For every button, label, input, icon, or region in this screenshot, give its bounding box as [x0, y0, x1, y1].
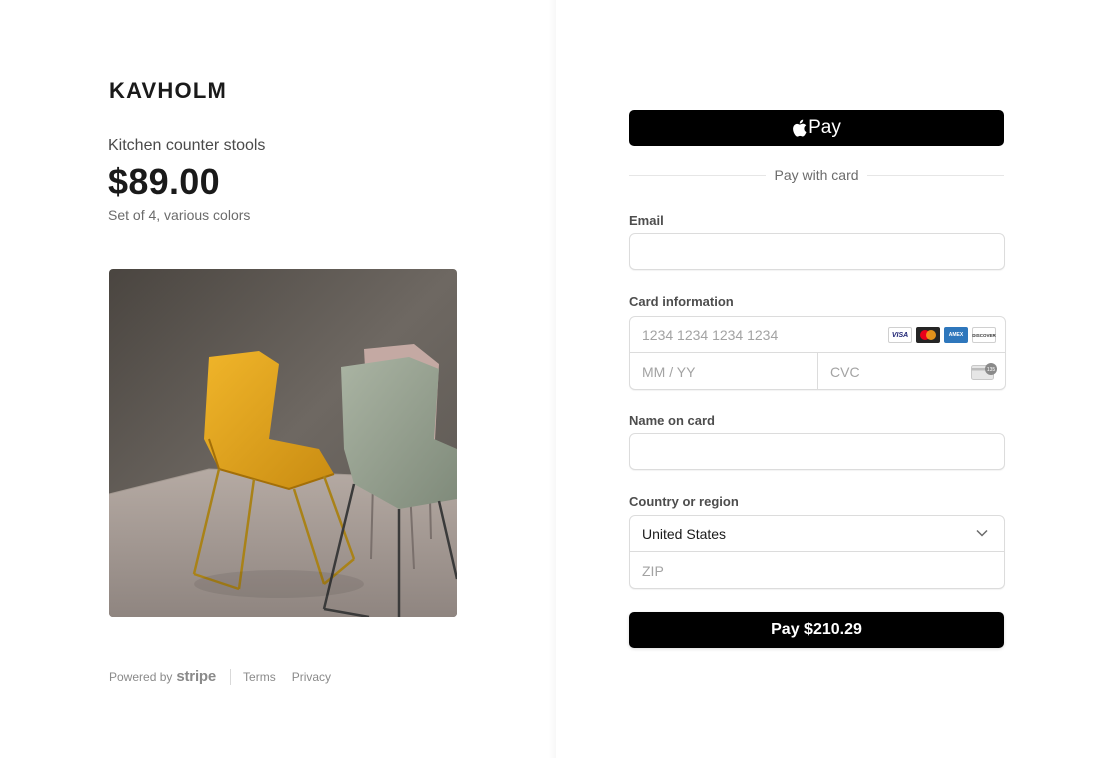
privacy-link[interactable]: Privacy [292, 670, 331, 684]
pay-button[interactable]: Pay $210.29 [629, 612, 1004, 648]
mastercard-icon [916, 327, 940, 343]
cvc-card-icon: 135 [971, 363, 997, 380]
apple-pay-button[interactable]: Pay [629, 110, 1004, 146]
card-brands: VISA AMEX DISCOVER [888, 327, 996, 343]
country-select[interactable]: United States [630, 516, 1004, 552]
name-on-card-label: Name on card [629, 413, 715, 428]
discover-icon: DISCOVER [972, 327, 996, 343]
terms-link[interactable]: Terms [243, 670, 276, 684]
powered-by-text: Powered by [109, 669, 173, 684]
visa-icon: VISA [888, 327, 912, 343]
pay-with-card-divider: Pay with card [629, 165, 1005, 185]
footer: Powered by stripe Terms Privacy [109, 668, 347, 685]
cvc-icon-digits: 135 [987, 367, 996, 373]
email-field[interactable] [629, 233, 1005, 270]
merchant-logo: KAVHOLM [109, 78, 227, 103]
country-value: United States [642, 525, 727, 542]
expiry-field[interactable] [630, 353, 818, 389]
divider-line-left [629, 174, 767, 176]
divider-line-right [866, 174, 1005, 176]
card-information-group: VISA AMEX DISCOVER 135 [629, 316, 1006, 390]
product-name: Kitchen counter stools [108, 137, 266, 154]
name-on-card-field[interactable] [629, 433, 1005, 470]
order-summary-panel: KAVHOLM Kitchen counter stools $89.00 Se… [0, 0, 556, 758]
country-zip-group: United States [629, 515, 1005, 589]
powered-by-stripe[interactable]: Powered by stripe [109, 668, 216, 685]
card-information-label: Card information [629, 294, 734, 309]
apple-pay-label: Pay [808, 117, 841, 138]
amex-icon: AMEX [944, 327, 968, 343]
zip-field[interactable] [630, 552, 1004, 588]
product-description: Set of 4, various colors [108, 207, 251, 223]
email-label: Email [629, 213, 664, 228]
country-region-label: Country or region [629, 494, 739, 509]
product-price: $89.00 [108, 161, 220, 202]
footer-separator [230, 668, 232, 685]
stripe-logo: stripe [176, 668, 217, 685]
product-image [109, 269, 457, 617]
pay-with-card-text: Pay with card [774, 167, 859, 183]
chevron-down-icon [976, 529, 988, 537]
apple-icon [793, 119, 807, 137]
